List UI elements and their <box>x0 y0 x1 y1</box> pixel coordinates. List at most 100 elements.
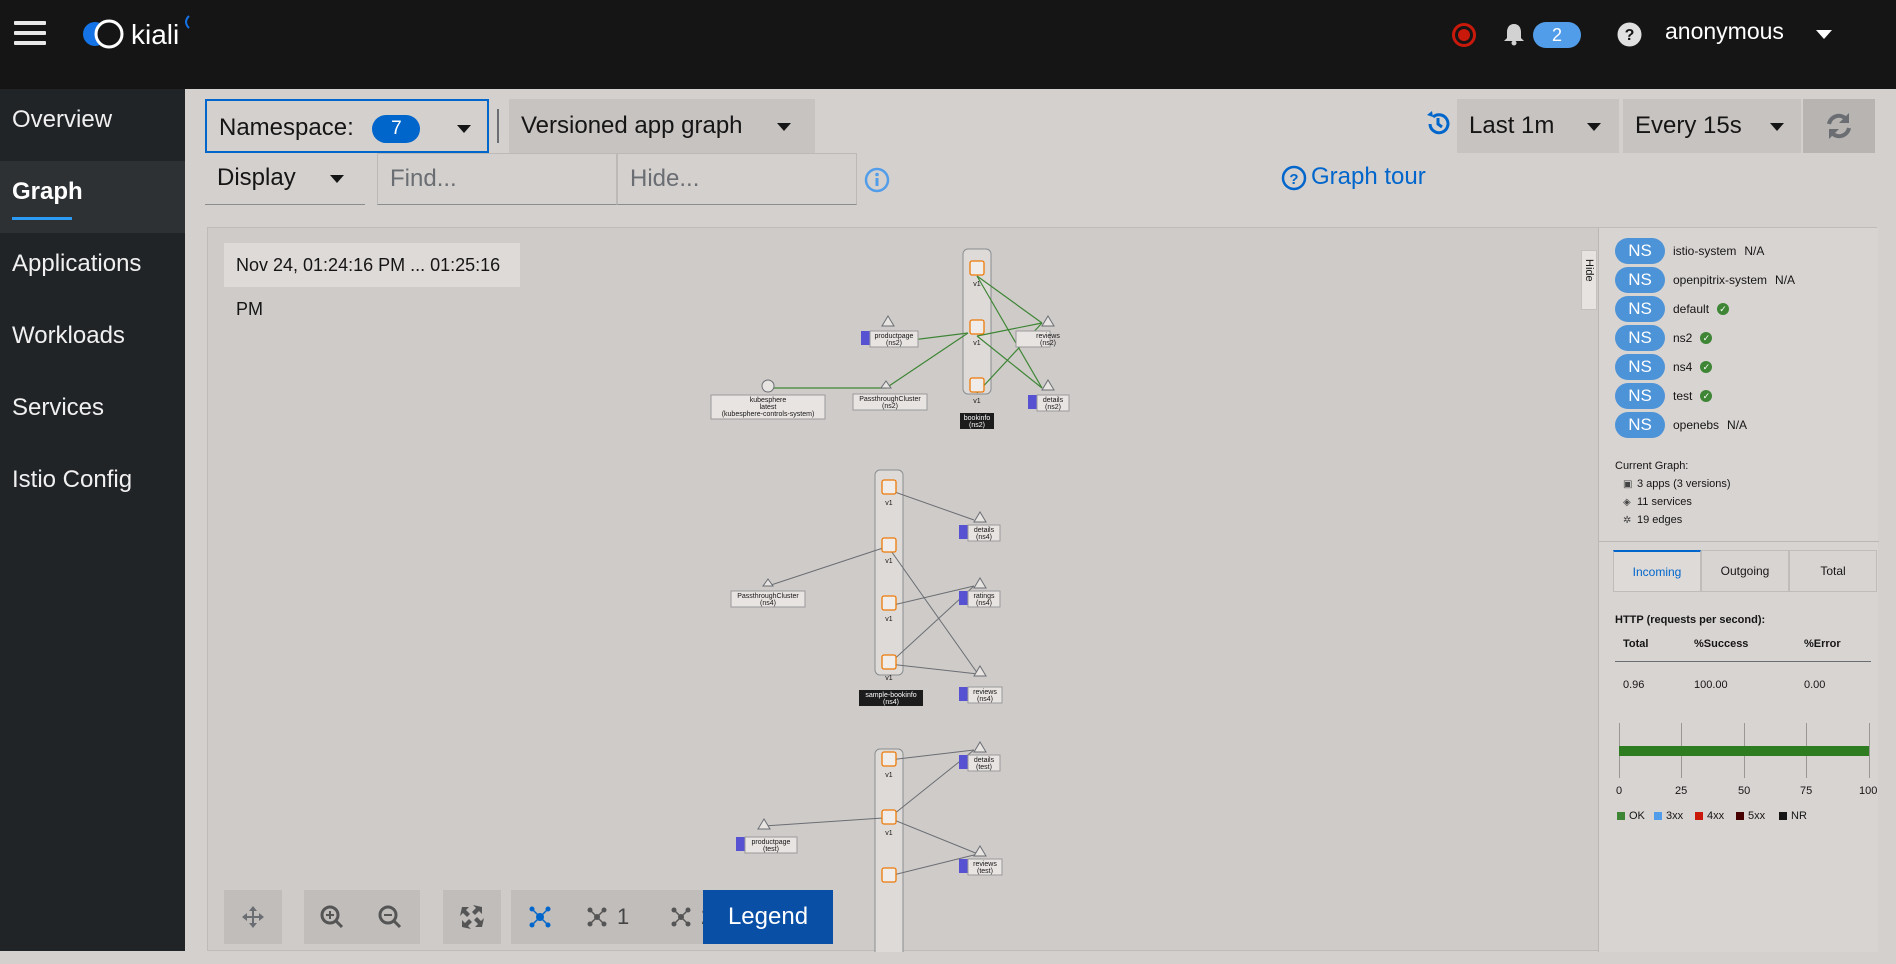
namespace-row[interactable]: NS ns4 ✓ <box>1615 354 1713 380</box>
workload-node-v1[interactable] <box>969 260 985 276</box>
masthead: kiali 2 ? anonymous <box>0 0 1896 89</box>
service-node-details[interactable] <box>973 741 987 753</box>
display-dropdown[interactable]: Display <box>205 153 365 205</box>
layout-default-button[interactable] <box>511 890 569 944</box>
refresh-button[interactable] <box>1803 99 1875 153</box>
graph-type-dropdown[interactable]: Versioned app graph <box>509 99 815 153</box>
ns-badge: NS <box>1615 267 1665 293</box>
hide-input[interactable]: Hide... <box>617 153 857 205</box>
namespace-name[interactable]: openpitrix-system <box>1673 273 1767 287</box>
main-content: Namespace: 7 Versioned app graph Last 1m… <box>185 89 1896 952</box>
nav-item-applications[interactable]: Applications <box>0 233 185 305</box>
layout-1-label: 1 <box>617 904 630 929</box>
namespace-row[interactable]: NS openebs N/A <box>1615 412 1747 438</box>
namespace-row[interactable]: NS default ✓ <box>1615 296 1730 322</box>
namespace-status: N/A <box>1744 244 1765 258</box>
tab-total[interactable]: Total <box>1789 550 1877 592</box>
workload-node-v1[interactable] <box>881 809 897 825</box>
graph-canvas[interactable]: Nov 24, 01:24:16 PM ... 01:25:16 PM v1 v… <box>207 227 1879 952</box>
layout-1-button[interactable]: 1 <box>569 890 653 944</box>
app-box-label: bookinfo <box>964 415 991 422</box>
user-menu[interactable]: anonymous <box>1665 18 1784 45</box>
service-node-productpage[interactable] <box>757 818 771 830</box>
nav-item-istio-config[interactable]: Istio Config <box>0 449 185 521</box>
namespace-label: Namespace: <box>219 114 354 141</box>
workload-node-v1[interactable] <box>881 537 897 553</box>
topology-icon <box>671 907 691 927</box>
zoom-to-fit-button[interactable] <box>443 890 501 944</box>
service-node-productpage[interactable] <box>881 315 895 327</box>
service-node-details[interactable] <box>1041 379 1055 391</box>
app-box-label: sample-bookinfo <box>865 692 916 699</box>
nav-item-overview[interactable]: Overview <box>0 89 185 161</box>
node-label: (ns4) <box>760 600 776 607</box>
namespace-name[interactable]: istio-system <box>1673 244 1736 258</box>
nav-item-workloads[interactable]: Workloads <box>0 305 185 377</box>
legend-button[interactable]: Legend <box>703 890 833 944</box>
axis-tick: 75 <box>1800 785 1813 797</box>
service-node-reviews[interactable] <box>1041 315 1055 327</box>
service-node-passthrough-ns2[interactable] <box>880 380 892 389</box>
hamburger-menu-icon[interactable] <box>14 17 46 49</box>
node-label: (ns4) <box>976 534 992 541</box>
ns-badge: NS <box>1615 412 1665 438</box>
tab-outgoing[interactable]: Outgoing <box>1701 550 1789 592</box>
axis-tick: 25 <box>1675 785 1688 797</box>
status-indicator-icon[interactable] <box>1452 23 1476 47</box>
namespace-name[interactable]: openebs <box>1673 418 1719 432</box>
workload-node-v1[interactable] <box>881 751 897 767</box>
chevron-down-icon <box>457 124 472 133</box>
namespace-status: N/A <box>1775 273 1796 287</box>
test-app-box[interactable] <box>874 748 904 952</box>
node-label: ratings <box>973 593 995 600</box>
workload-node-v1[interactable] <box>969 319 985 335</box>
graph-summary-panel: NS istio-system N/A NS openpitrix-system N/A… <box>1598 228 1879 952</box>
namespace-name[interactable]: test <box>1673 389 1692 403</box>
current-graph-edges: ✲ 19 edges <box>1623 514 1683 526</box>
user-menu-caret-icon[interactable] <box>1816 30 1832 39</box>
duration-label: Last 1m <box>1469 112 1555 139</box>
nav-item-services[interactable]: Services <box>0 377 185 449</box>
hide-side-panel-tab[interactable]: Hide <box>1581 250 1597 310</box>
refresh-interval-dropdown[interactable]: Every 15s <box>1623 99 1801 153</box>
workload-node-v1[interactable] <box>881 867 897 883</box>
check-circle-icon: ✓ <box>1700 332 1713 344</box>
namespace-row[interactable]: NS openpitrix-system N/A <box>1615 267 1795 293</box>
service-node-details[interactable] <box>973 511 987 523</box>
service-node-passthrough-ns4[interactable] <box>762 578 774 587</box>
workload-node-kubesphere[interactable] <box>761 379 775 393</box>
node-label: details <box>1043 397 1064 404</box>
duration-dropdown[interactable]: Last 1m <box>1457 99 1619 153</box>
workload-node-v1[interactable] <box>881 479 897 495</box>
namespace-count-badge: 7 <box>372 114 421 143</box>
zoom-out-button[interactable] <box>362 890 420 944</box>
current-graph-services: ◈ 11 services <box>1623 496 1692 508</box>
workload-node-v1[interactable] <box>881 654 897 670</box>
workload-node-v1[interactable] <box>881 595 897 611</box>
pan-button[interactable] <box>224 890 282 944</box>
find-input[interactable]: Find... <box>377 153 617 205</box>
current-graph-apps: ▣ 3 apps (3 versions) <box>1623 478 1731 490</box>
nav-item-graph[interactable]: Graph <box>0 161 185 233</box>
service-node-ratings[interactable] <box>973 577 987 589</box>
node-label: details <box>974 757 995 764</box>
namespace-name[interactable]: ns4 <box>1673 360 1692 374</box>
info-icon[interactable] <box>863 166 891 194</box>
namespace-row[interactable]: NS test ✓ <box>1615 383 1713 409</box>
node-label: reviews <box>973 689 997 696</box>
workload-node-v1[interactable] <box>969 377 985 393</box>
kiali-logo[interactable]: kiali <box>83 14 203 54</box>
help-icon[interactable]: ? <box>1617 22 1642 47</box>
service-graph[interactable]: v1 v1 v1 v1 v1 v1 v1 v1 v1 productpage (… <box>208 228 1598 952</box>
namespace-dropdown[interactable]: Namespace: 7 <box>205 99 489 153</box>
tab-incoming[interactable]: Incoming <box>1613 550 1701 592</box>
namespace-name[interactable]: ns2 <box>1673 331 1692 345</box>
axis-tick: 100 <box>1859 785 1878 797</box>
namespace-row[interactable]: NS istio-system N/A <box>1615 238 1764 264</box>
bell-icon[interactable] <box>1503 22 1525 46</box>
notification-badge[interactable]: 2 <box>1533 22 1581 48</box>
service-node-reviews[interactable] <box>973 845 987 857</box>
zoom-in-button[interactable] <box>304 890 362 944</box>
namespace-name[interactable]: default <box>1673 302 1709 316</box>
namespace-row[interactable]: NS ns2 ✓ <box>1615 325 1713 351</box>
